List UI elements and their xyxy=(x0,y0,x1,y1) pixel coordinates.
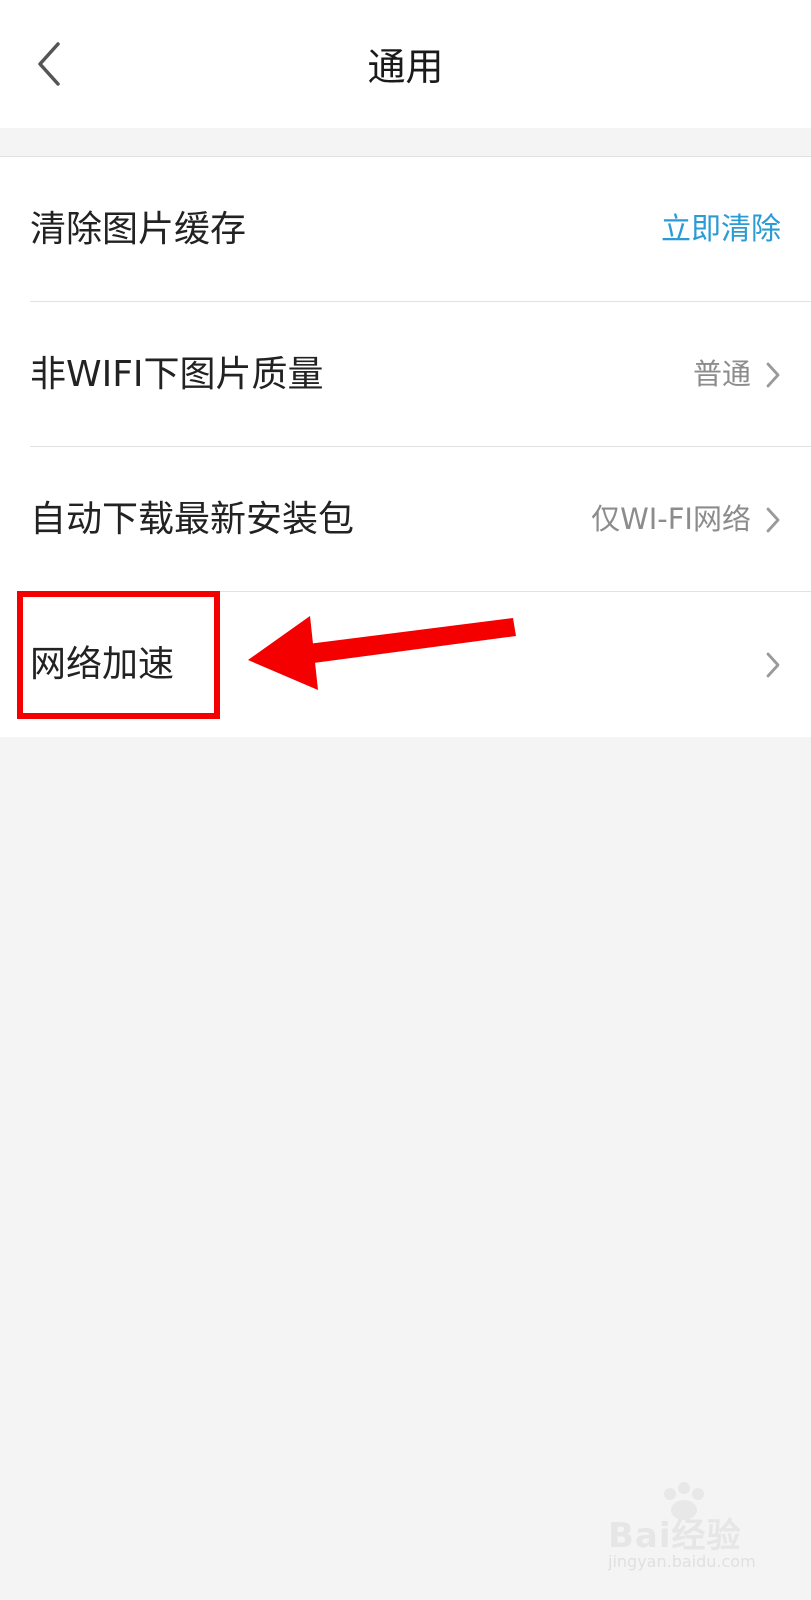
red-arrow-icon xyxy=(248,616,516,690)
page-title: 通用 xyxy=(367,45,444,89)
top-bar: 通用 xyxy=(0,0,811,128)
clear-now-button[interactable]: 立即清除 xyxy=(661,157,781,302)
baidu-jingyan-watermark: Bai经验 jingyan.baidu.com xyxy=(578,1480,778,1580)
chevron-right-icon xyxy=(766,507,780,533)
highlight-box xyxy=(17,591,220,719)
auto-download-value: 仅WI-FI网络 xyxy=(591,502,751,536)
chevron-right-icon xyxy=(766,652,780,678)
chevron-right-icon xyxy=(766,362,780,388)
auto-download-package-row[interactable]: 自动下载最新安装包 仅WI-FI网络 xyxy=(0,447,811,592)
auto-download-package-label: 自动下载最新安装包 xyxy=(30,499,355,540)
clear-image-cache-row: 清除图片缓存 立即清除 xyxy=(0,157,811,302)
image-quality-value: 普通 xyxy=(692,357,751,391)
watermark-brand: Bai经验 xyxy=(608,1516,742,1556)
non-wifi-image-quality-label: 非WIFI下图片质量 xyxy=(30,354,324,395)
non-wifi-image-quality-row[interactable]: 非WIFI下图片质量 普通 xyxy=(0,302,811,447)
clear-image-cache-label: 清除图片缓存 xyxy=(30,209,247,250)
watermark-url: jingyan.baidu.com xyxy=(608,1552,756,1571)
